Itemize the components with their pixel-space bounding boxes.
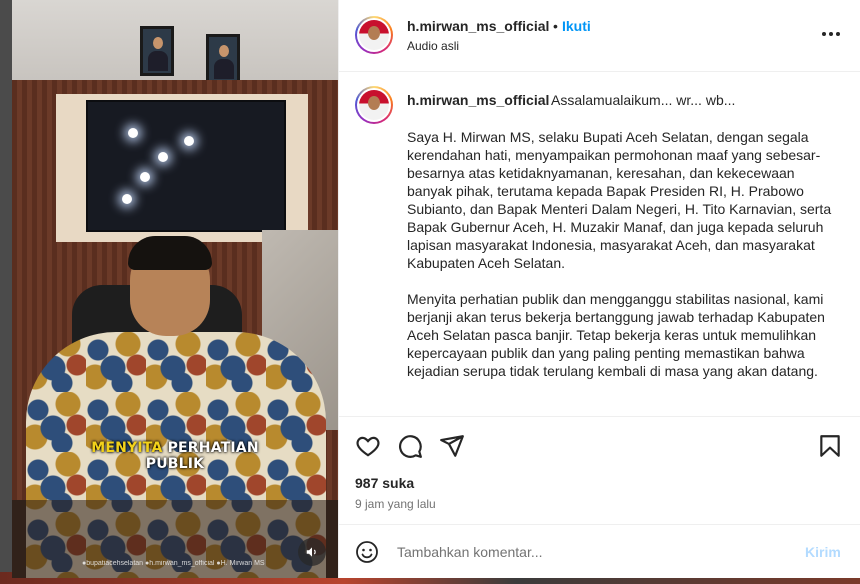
post-actions: 987 suka 9 jam yang lalu <box>339 416 860 524</box>
heart-icon <box>356 436 380 457</box>
avatar-image <box>359 20 389 50</box>
wall-top <box>12 0 338 80</box>
caption-rest-line1: PERHATIAN <box>162 440 259 456</box>
caption-username[interactable]: h.mirwan_ms_official <box>407 92 549 108</box>
share-icon <box>440 435 464 457</box>
video-player[interactable]: MENYITA PERHATIAN PUBLIK ●bupatiacehsela… <box>12 0 338 578</box>
television <box>86 100 286 232</box>
tv-light <box>158 152 168 162</box>
share-button[interactable] <box>439 433 465 459</box>
caption-avatar[interactable] <box>355 86 393 124</box>
caption-highlight-word: MENYITA <box>91 440 163 456</box>
wall-portrait-right <box>206 34 240 84</box>
wall-portrait-left <box>140 26 174 76</box>
bookmark-icon <box>820 435 840 457</box>
comment-bar: Kirim <box>339 524 860 578</box>
mute-toggle-button[interactable] <box>298 538 326 566</box>
caption-greeting: Assalamualaikum... wr... wb... <box>551 92 736 108</box>
more-options-button[interactable] <box>819 22 843 46</box>
caption-paragraph: Menyita perhatian publik dan mengganggu … <box>407 291 825 379</box>
comment-icon <box>399 435 422 458</box>
tv-light <box>122 194 132 204</box>
emoji-button[interactable] <box>355 540 379 564</box>
video-watermark: ●bupatiacehselatan ●h.mirwan_ms_official… <box>82 560 265 567</box>
follow-button[interactable]: Ikuti <box>562 18 591 34</box>
caption-area: h.mirwan_ms_official Assalamualaikum... … <box>339 72 860 416</box>
avatar[interactable] <box>355 16 393 54</box>
tv-light <box>128 128 138 138</box>
more-horizontal-icon <box>822 32 840 36</box>
tv-light <box>140 172 150 182</box>
username-link[interactable]: h.mirwan_ms_official <box>407 18 549 34</box>
post-timestamp[interactable]: 9 jam yang lalu <box>355 497 436 511</box>
video-caption-line1: MENYITA PERHATIAN <box>12 440 338 456</box>
comment-button[interactable] <box>397 433 423 459</box>
tv-light <box>184 136 194 146</box>
save-button[interactable] <box>817 433 843 459</box>
send-comment-button[interactable]: Kirim <box>805 544 841 560</box>
post-header: h.mirwan_ms_official • Ikuti Audio asli <box>339 0 860 72</box>
avatar-image <box>359 90 389 120</box>
post-modal: MENYITA PERHATIAN PUBLIK ●bupatiacehsela… <box>12 0 860 578</box>
likes-count[interactable]: 987 suka <box>355 475 414 491</box>
separator-dot: • <box>553 18 558 34</box>
caption-paragraph: Saya H. Mirwan MS, selaku Bupati Aceh Se… <box>407 129 832 271</box>
like-button[interactable] <box>355 433 381 459</box>
comment-input[interactable] <box>397 539 787 565</box>
caption-body: Saya H. Mirwan MS, selaku Bupati Aceh Se… <box>407 128 837 398</box>
post-side-panel: h.mirwan_ms_official • Ikuti Audio asli … <box>338 0 860 578</box>
video-caption-line2: PUBLIK <box>145 456 205 472</box>
video-caption: MENYITA PERHATIAN PUBLIK <box>12 440 338 472</box>
audio-label[interactable]: Audio asli <box>407 39 459 53</box>
emoji-icon <box>356 541 378 563</box>
person-hair <box>128 236 212 270</box>
speaker-icon <box>306 547 316 557</box>
